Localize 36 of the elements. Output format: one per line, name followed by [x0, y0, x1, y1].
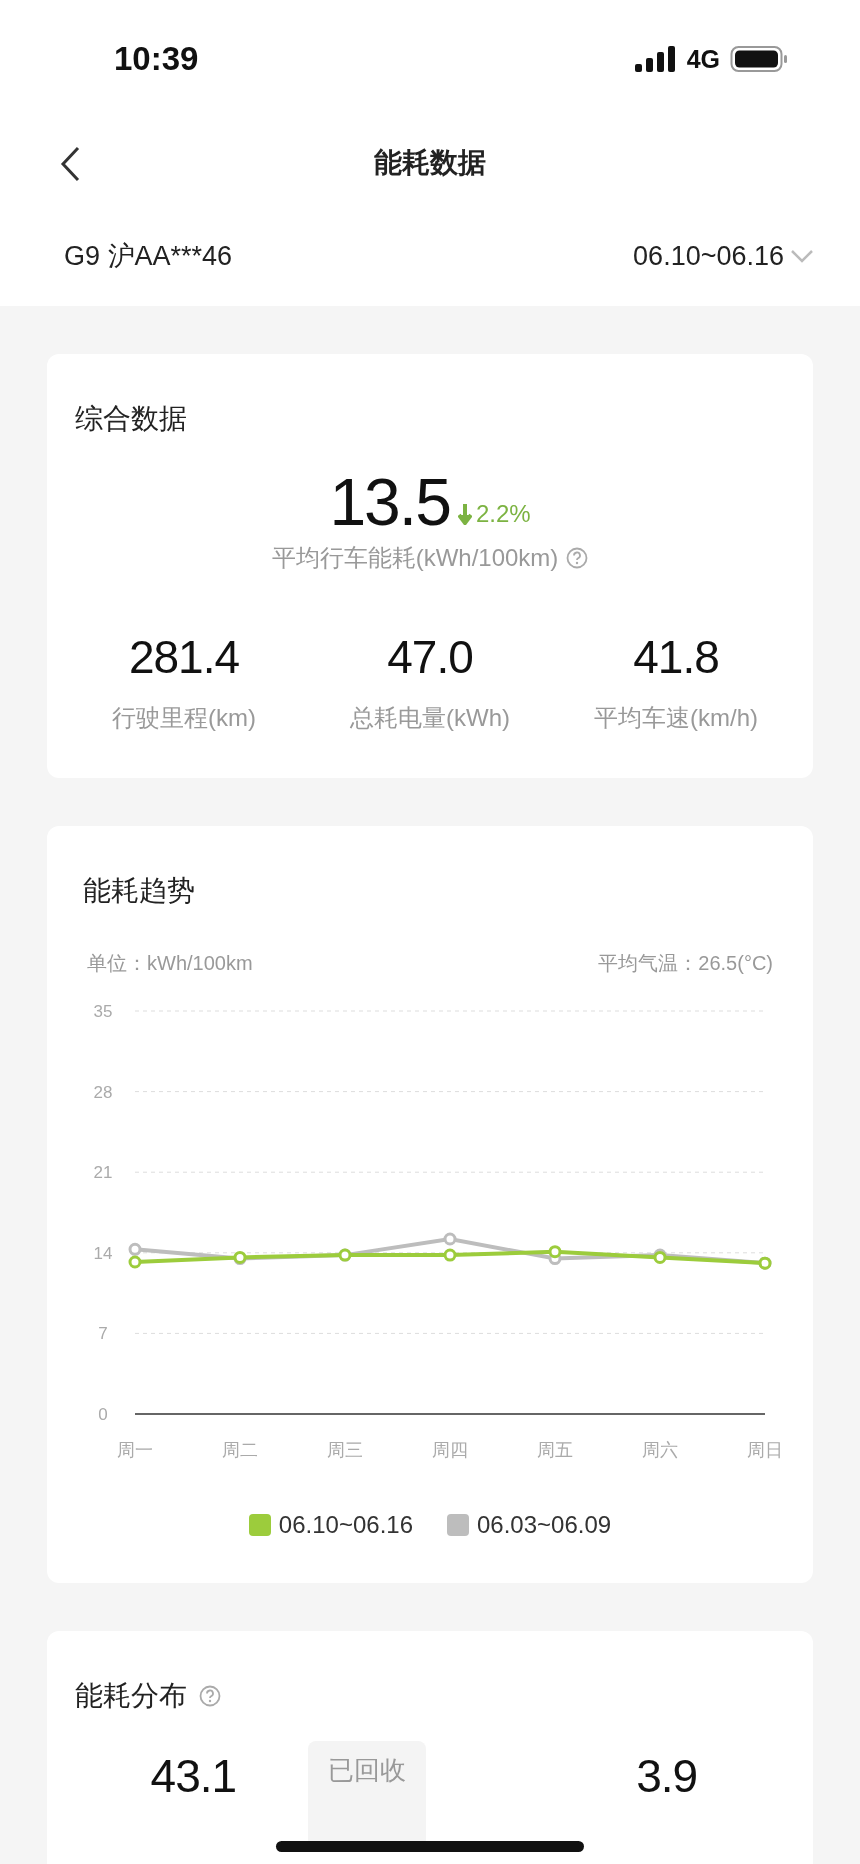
- card-title: 能耗分布: [75, 1679, 187, 1713]
- x-tick-label: 周五: [537, 1440, 573, 1460]
- status-time: 10:39: [114, 40, 199, 78]
- stat-label: 总耗电量(kWh): [350, 703, 510, 733]
- metric-label: 平均行车能耗(kWh/100km): [271, 543, 559, 573]
- x-tick-label: 周四: [432, 1440, 468, 1460]
- page-title: 能耗数据: [374, 146, 486, 180]
- card-title: 能耗趋势: [82, 874, 196, 908]
- tooltip-label: 已回收: [327, 1754, 406, 1787]
- unit-label: 单位：kWh/100km: [87, 951, 253, 976]
- y-tick-label: 14: [93, 1243, 113, 1263]
- stat-label: 行驶里程(km): [112, 703, 256, 733]
- temperature-label: 平均气温：26.5(°C): [598, 951, 773, 976]
- average-consumption: 13.5: [329, 464, 450, 540]
- x-tick-label: 周一: [117, 1440, 153, 1460]
- y-tick-label: 7: [98, 1324, 108, 1344]
- change-indicator: 2.2%: [457, 500, 531, 528]
- vehicle-name: G9 沪AA***46: [64, 240, 233, 273]
- legend-label: 06.10~06.16: [278, 1511, 413, 1539]
- legend-label: 06.03~06.09: [477, 1511, 612, 1539]
- y-tick-label: 21: [93, 1163, 113, 1183]
- stat-value: 43.1: [150, 1749, 237, 1803]
- y-tick-label: 35: [93, 1002, 113, 1021]
- y-tick-label: 28: [93, 1082, 113, 1102]
- stat-value: 41.8: [633, 630, 719, 684]
- x-tick-label: 周六: [642, 1440, 678, 1460]
- stat-value: 47.0: [387, 630, 473, 684]
- x-tick-label: 周二: [222, 1440, 258, 1460]
- x-tick-label: 周日: [747, 1440, 783, 1460]
- x-tick-label: 周三: [327, 1440, 363, 1460]
- stat-value: 3.9: [636, 1749, 698, 1803]
- network-type: 4G: [686, 44, 720, 74]
- stat-value: 281.4: [128, 630, 240, 684]
- y-tick-label: 0: [98, 1405, 108, 1424]
- card-title: 综合数据: [75, 402, 188, 436]
- stat-label: 平均车速(km/h): [594, 703, 758, 733]
